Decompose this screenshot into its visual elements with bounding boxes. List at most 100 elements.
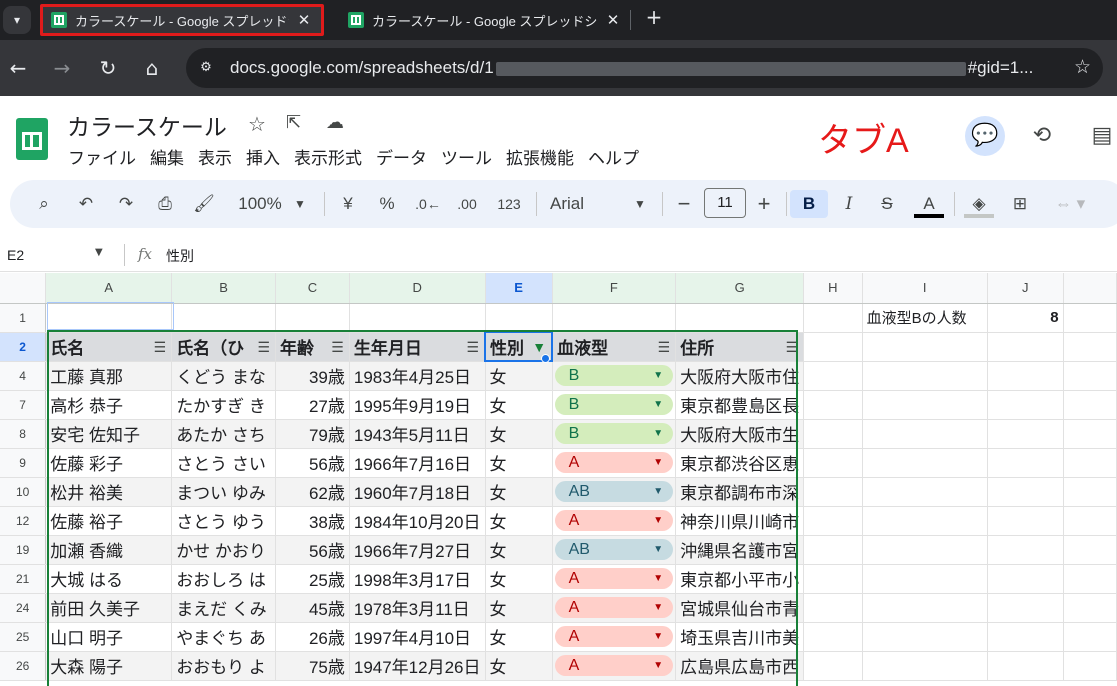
paint-format-icon[interactable]: 🖌 — [192, 190, 216, 218]
omnibox[interactable]: ⚙ docs.google.com/spreadsheets/d/1 #gid=1… — [186, 48, 1103, 88]
dropdown-arrow-icon[interactable]: ▼ — [653, 428, 663, 439]
doc-title[interactable]: カラースケール — [67, 108, 227, 142]
address-cell[interactable]: 東京都渋谷区恵 — [675, 448, 805, 478]
name-cell[interactable]: 山口 明子 — [45, 622, 173, 652]
cell[interactable] — [862, 593, 988, 623]
menu-data[interactable]: データ — [376, 144, 427, 169]
column-header-c[interactable]: C — [275, 273, 350, 304]
header-cell[interactable]: 住所 ☰ — [675, 332, 805, 362]
age-cell[interactable]: 75歳 — [275, 651, 350, 681]
cell[interactable] — [803, 390, 863, 420]
cell[interactable] — [1063, 332, 1117, 362]
header-cell[interactable]: 血液型 ☰ — [552, 332, 677, 362]
address-cell[interactable]: 広島県広島市西 — [675, 651, 805, 681]
age-cell[interactable]: 26歳 — [275, 622, 350, 652]
close-tab-icon[interactable]: ✕ — [295, 11, 313, 29]
blood-cell[interactable]: B ▼ — [552, 419, 677, 449]
address-cell[interactable]: 東京都調布市深 — [675, 477, 805, 507]
cell[interactable] — [1063, 477, 1117, 507]
kana-cell[interactable]: まえだ くみ — [171, 593, 276, 623]
birth-cell[interactable]: 1984年10月20日 — [349, 506, 486, 536]
address-cell[interactable]: 大阪府大阪市生 — [675, 419, 805, 449]
side-label-cell[interactable]: 血液型Bの人数 — [862, 303, 988, 333]
birth-cell[interactable]: 1998年3月17日 — [349, 564, 486, 594]
column-header-j[interactable]: J — [987, 273, 1064, 304]
home-icon[interactable]: ⌂ — [138, 54, 166, 82]
bold-button[interactable]: B — [790, 190, 828, 218]
cell[interactable] — [987, 361, 1064, 391]
header-cell[interactable]: 氏名 ☰ — [45, 332, 173, 362]
menu-extensions[interactable]: 拡張機能 — [506, 144, 574, 169]
row-header[interactable]: 26 — [0, 651, 47, 681]
print-icon[interactable]: ⎙ — [152, 190, 178, 218]
cell[interactable] — [862, 651, 988, 681]
menu-format[interactable]: 表示形式 — [294, 144, 362, 169]
cell[interactable] — [552, 303, 677, 333]
percent-format-button[interactable]: % — [376, 190, 398, 218]
cell[interactable] — [862, 419, 988, 449]
blood-cell[interactable]: A ▼ — [552, 651, 677, 681]
cell[interactable] — [803, 448, 863, 478]
font-size-input[interactable]: 11 — [704, 188, 746, 218]
name-cell[interactable]: 前田 久美子 — [45, 593, 173, 623]
cell[interactable] — [987, 506, 1064, 536]
kana-cell[interactable]: やまぐち あ — [171, 622, 276, 652]
age-cell[interactable]: 56歳 — [275, 535, 350, 565]
name-cell[interactable]: 高杉 恭子 — [45, 390, 173, 420]
blood-type-chip[interactable]: B ▼ — [554, 365, 674, 386]
cell[interactable] — [803, 651, 863, 681]
dropdown-arrow-icon[interactable]: ▼ — [653, 660, 663, 671]
birth-cell[interactable]: 1943年5月11日 — [349, 419, 486, 449]
filter-active-icon[interactable]: ▼ — [532, 339, 546, 355]
column-header-i[interactable]: I — [862, 273, 988, 304]
row-header[interactable]: 7 — [0, 390, 47, 420]
age-cell[interactable]: 45歳 — [275, 593, 350, 623]
cell[interactable] — [862, 564, 988, 594]
kana-cell[interactable]: さとう さい — [171, 448, 276, 478]
birth-cell[interactable]: 1960年7月18日 — [349, 477, 486, 507]
cell[interactable] — [862, 390, 988, 420]
filter-icon[interactable]: ☰ — [331, 339, 344, 356]
cell[interactable] — [1063, 361, 1117, 391]
age-cell[interactable]: 62歳 — [275, 477, 350, 507]
selection-handle[interactable] — [541, 354, 550, 363]
blood-cell[interactable]: B ▼ — [552, 390, 677, 420]
sex-cell[interactable]: 女 — [485, 593, 553, 623]
cell[interactable] — [1063, 448, 1117, 478]
age-cell[interactable]: 79歳 — [275, 419, 350, 449]
blood-type-chip[interactable]: B ▼ — [554, 423, 674, 444]
column-header-f[interactable]: F — [552, 273, 677, 304]
version-history-icon[interactable]: ⟲ — [1022, 116, 1062, 156]
cell[interactable] — [349, 303, 486, 333]
dropdown-arrow-icon[interactable]: ▼ — [653, 631, 663, 642]
new-tab-button[interactable]: + — [642, 5, 666, 29]
url-text[interactable]: docs.google.com/spreadsheets/d/1 #gid=1..… — [230, 58, 1033, 78]
blood-type-chip[interactable]: AB ▼ — [554, 481, 674, 502]
dropdown-arrow-icon[interactable]: ▼ — [653, 515, 663, 526]
cell[interactable] — [987, 390, 1064, 420]
chevron-down-icon[interactable]: ▼ — [95, 247, 103, 258]
name-box[interactable]: E2 — [7, 247, 24, 263]
cell[interactable] — [803, 506, 863, 536]
browser-tab[interactable]: カラースケール - Google スプレッドシ ✕ — [340, 4, 630, 36]
name-cell[interactable]: 加瀬 香織 — [45, 535, 173, 565]
blood-type-chip[interactable]: A ▼ — [554, 510, 674, 531]
dropdown-arrow-icon[interactable]: ▼ — [653, 486, 663, 497]
cell[interactable] — [987, 477, 1064, 507]
kana-cell[interactable]: たかすぎ き — [171, 390, 276, 420]
age-cell[interactable]: 56歳 — [275, 448, 350, 478]
sex-cell[interactable]: 女 — [485, 390, 553, 420]
fill-color-icon[interactable]: ◈ — [964, 190, 994, 218]
cell[interactable] — [1063, 390, 1117, 420]
birth-cell[interactable]: 1978年3月11日 — [349, 593, 486, 623]
kana-cell[interactable]: あたか さち — [171, 419, 276, 449]
header-cell[interactable]: 生年月日 ☰ — [349, 332, 486, 362]
cell[interactable] — [803, 303, 863, 333]
dropdown-arrow-icon[interactable]: ▼ — [653, 573, 663, 584]
blood-cell[interactable]: A ▼ — [552, 506, 677, 536]
address-cell[interactable]: 東京都豊島区長 — [675, 390, 805, 420]
cell[interactable] — [987, 535, 1064, 565]
dropdown-arrow-icon[interactable]: ▼ — [653, 602, 663, 613]
cell[interactable] — [1063, 535, 1117, 565]
name-cell[interactable]: 佐藤 彩子 — [45, 448, 173, 478]
